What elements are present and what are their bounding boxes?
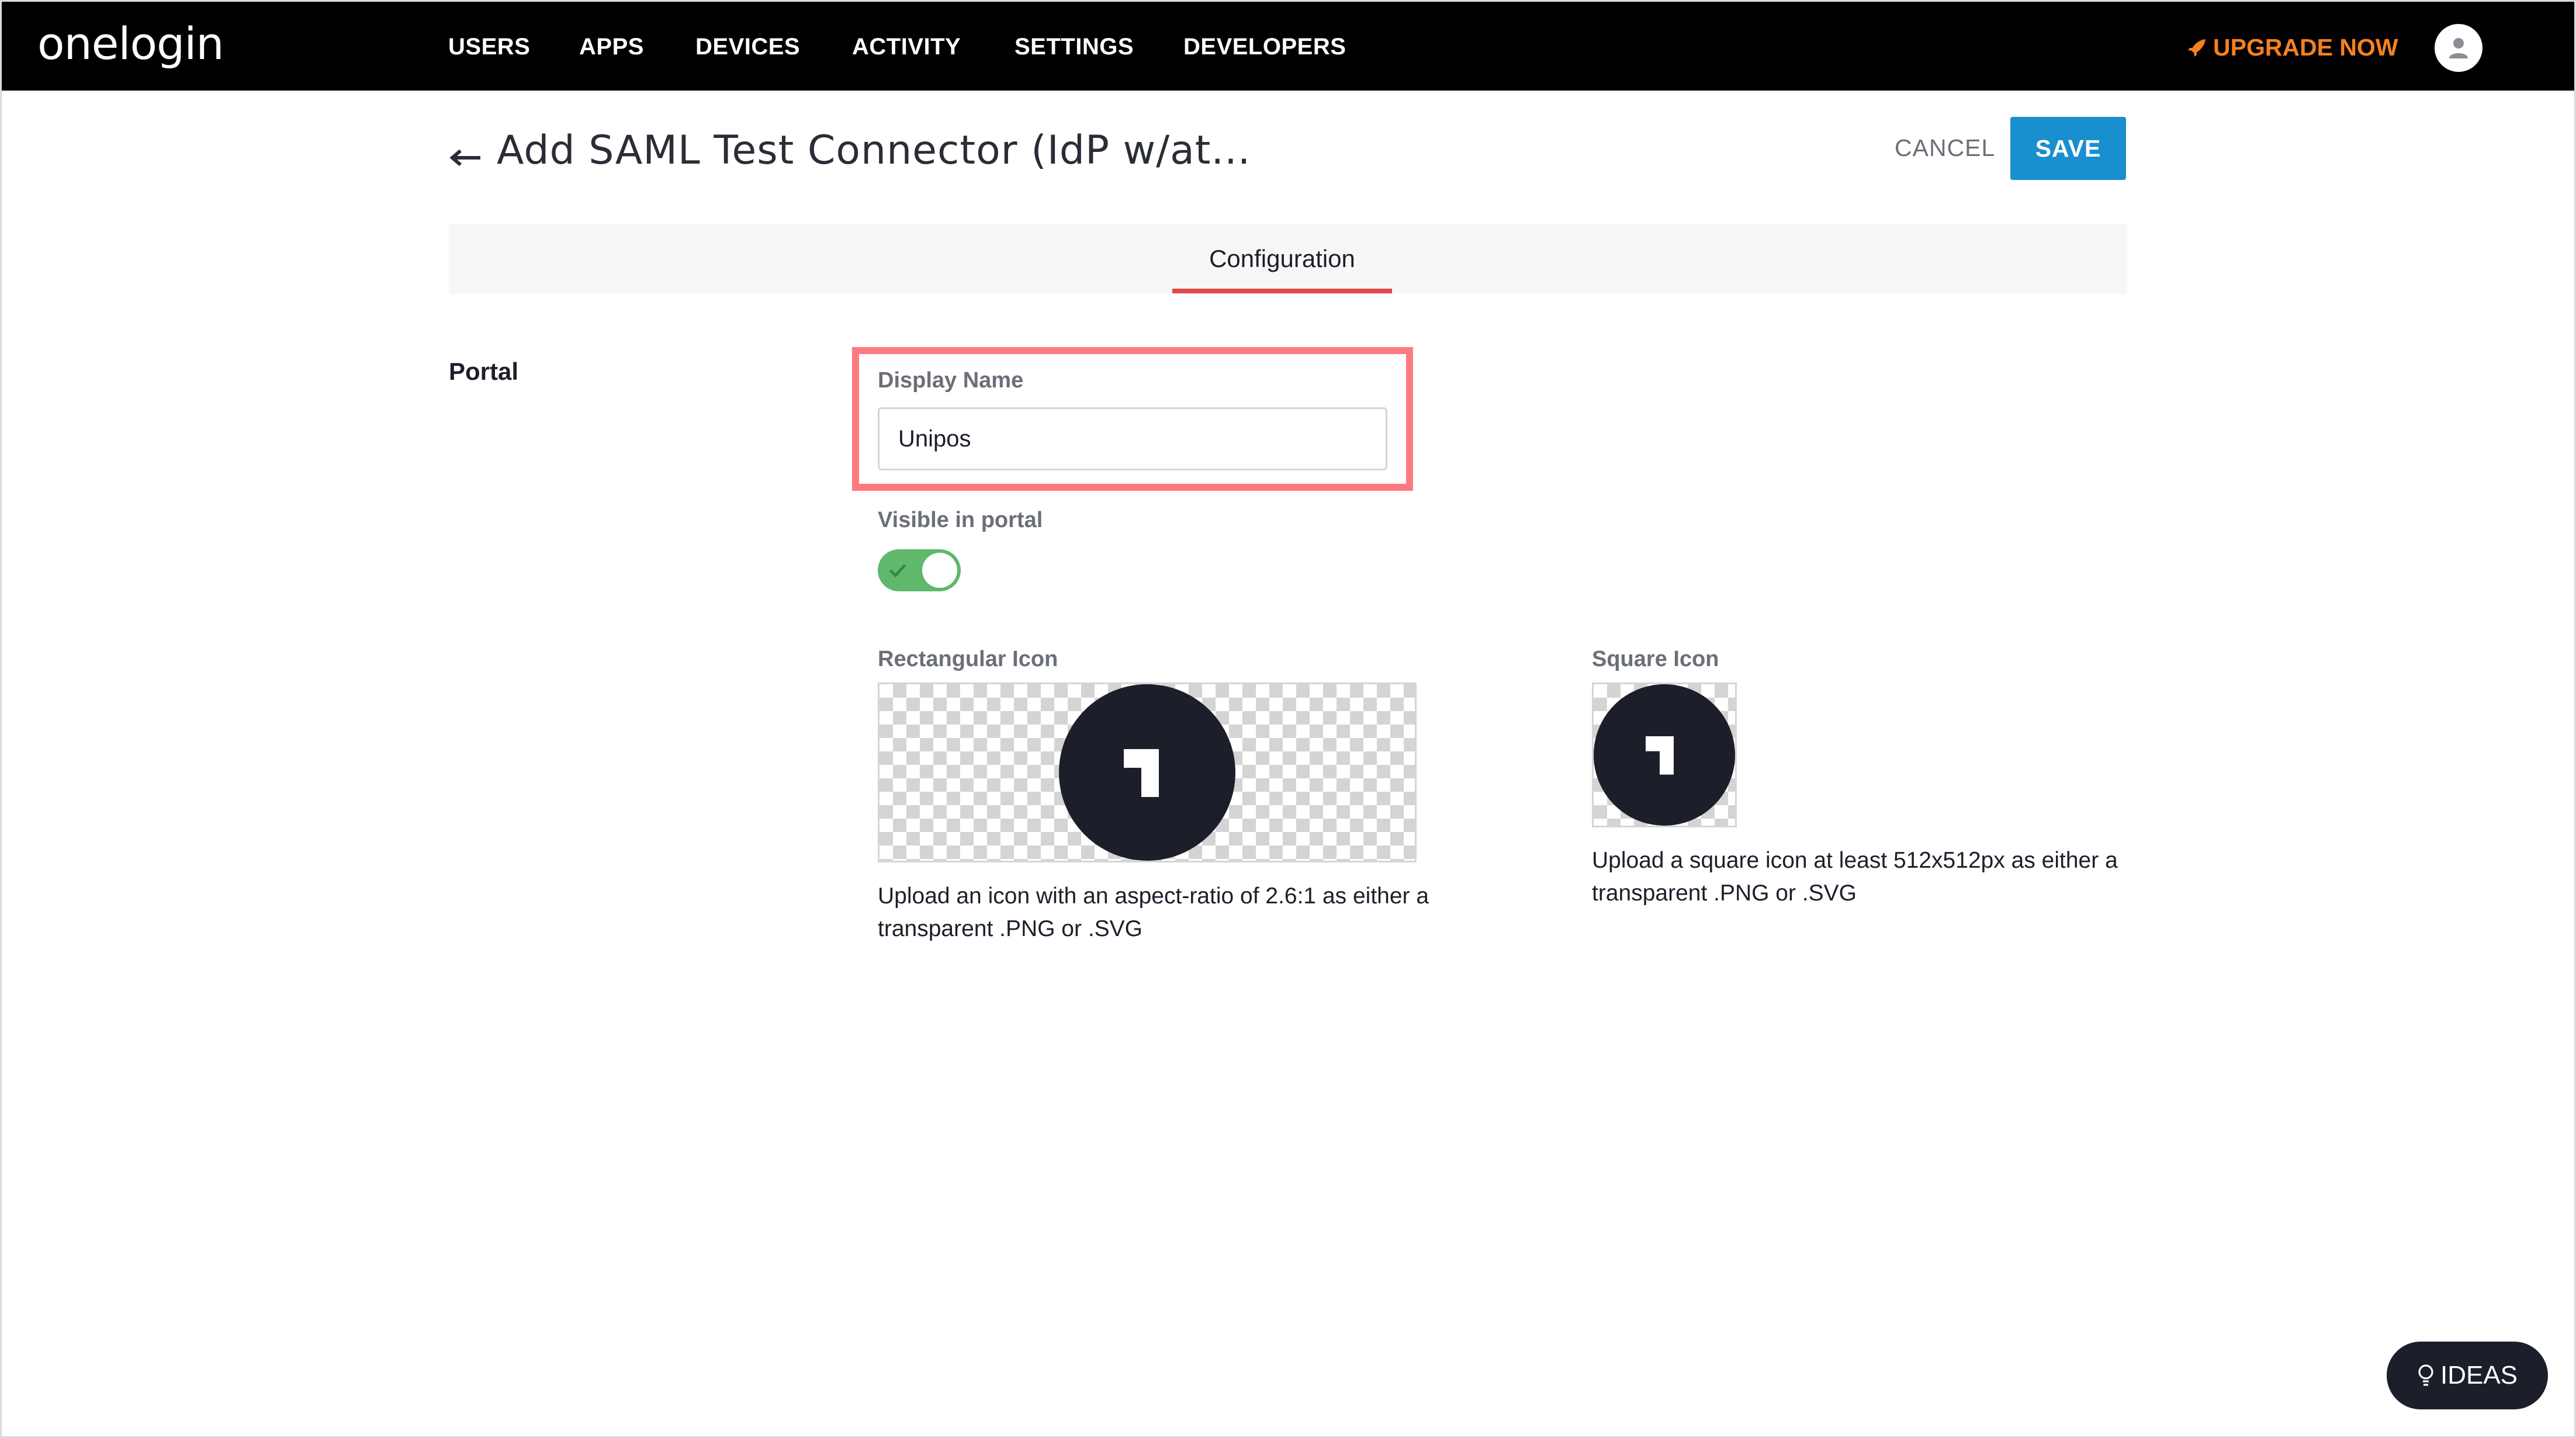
check-icon [889, 564, 906, 578]
nav-item-activity[interactable]: ACTIVITY [852, 34, 961, 60]
ideas-label: IDEAS [2440, 1361, 2518, 1390]
visible-in-portal-label: Visible in portal [878, 508, 1043, 532]
rectangular-icon-label: Rectangular Icon [878, 647, 1058, 671]
toggle-knob [922, 553, 957, 588]
nav-item-users[interactable]: USERS [448, 34, 530, 60]
page-title: Add SAML Test Connector (IdP w/at... [497, 127, 1251, 174]
rectangular-icon-help: Upload an icon with an aspect-ratio of 2… [878, 883, 1429, 941]
nav-item-settings[interactable]: SETTINGS [1015, 34, 1134, 60]
user-icon [2449, 38, 2468, 58]
onelogin-logo-icon-square [1594, 684, 1735, 826]
section-label-portal: Portal [449, 358, 519, 385]
rocket-icon [2188, 39, 2205, 57]
onelogin-logo-icon [1059, 684, 1235, 861]
display-name-label: Display Name [878, 368, 1024, 393]
square-icon-upload[interactable] [1592, 682, 1737, 827]
top-nav: onelogin USERS APPS DEVICES ACTIVITY SET… [2, 2, 2574, 91]
nav-item-apps[interactable]: APPS [579, 34, 644, 60]
save-button[interactable]: SAVE [2010, 117, 2126, 180]
upgrade-label: UPGRADE NOW [2213, 34, 2398, 61]
active-tab-indicator [1172, 289, 1392, 293]
square-icon-help: Upload a square icon at least 512x512px … [1592, 848, 2118, 906]
rectangular-icon-upload[interactable] [878, 682, 1417, 862]
arrow-left-icon[interactable] [449, 145, 483, 168]
avatar[interactable] [2435, 24, 2482, 72]
onelogin-logo[interactable]: onelogin [37, 18, 224, 70]
square-icon-label: Square Icon [1592, 647, 1719, 671]
visible-in-portal-toggle[interactable] [878, 549, 961, 591]
nav-item-devices[interactable]: DEVICES [695, 34, 800, 60]
nav-item-developers[interactable]: DEVELOPERS [1183, 34, 1346, 60]
display-name-input[interactable] [878, 407, 1387, 470]
lightbulb-icon [2418, 1364, 2433, 1386]
upgrade-now-link[interactable]: UPGRADE NOW [2186, 34, 2398, 61]
tab-configuration[interactable]: Configuration [1172, 224, 1392, 294]
cancel-button[interactable]: CANCEL [1895, 134, 1995, 162]
ideas-button[interactable]: IDEAS [2387, 1342, 2548, 1409]
